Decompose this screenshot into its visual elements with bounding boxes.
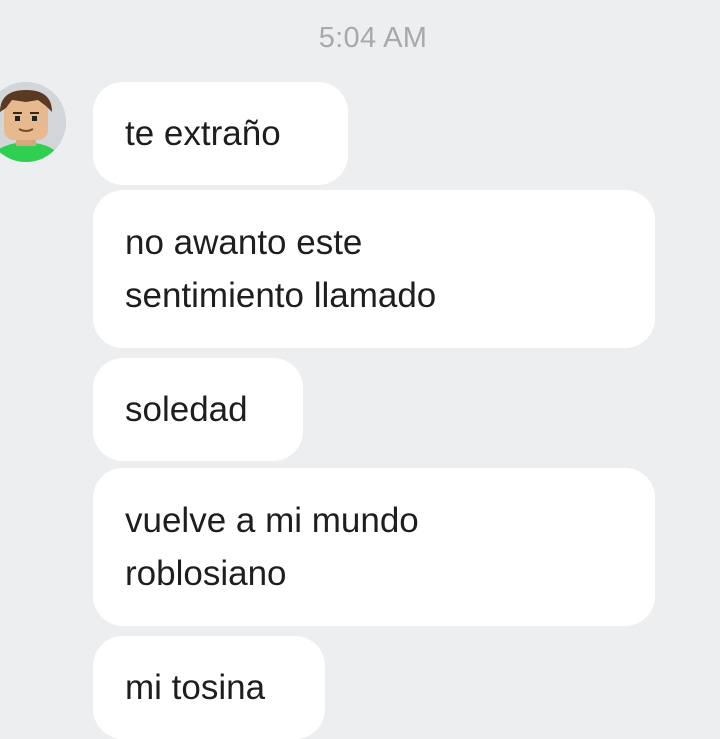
message-bubble[interactable]: vuelve a mi mundo roblosiano xyxy=(93,468,655,626)
contact-avatar[interactable] xyxy=(0,82,66,162)
message-bubble[interactable]: no awanto este sentimiento llamado xyxy=(93,190,655,348)
chat-thread: 5:04 AM te extraño no awanto este sentim… xyxy=(0,0,720,739)
message-bubble[interactable]: te extraño xyxy=(93,82,348,185)
message-text: mi tosina xyxy=(125,668,266,707)
message-timestamp: 5:04 AM xyxy=(318,22,428,54)
message-text: te extraño xyxy=(125,114,281,153)
message-text: soledad xyxy=(125,390,248,429)
message-text: vuelve a mi mundo roblosiano xyxy=(125,501,419,593)
message-bubble[interactable]: soledad xyxy=(93,358,303,461)
message-bubble[interactable]: mi tosina xyxy=(93,636,325,739)
roblox-avatar-icon xyxy=(0,82,66,162)
message-text: no awanto este sentimiento llamado xyxy=(125,223,437,315)
